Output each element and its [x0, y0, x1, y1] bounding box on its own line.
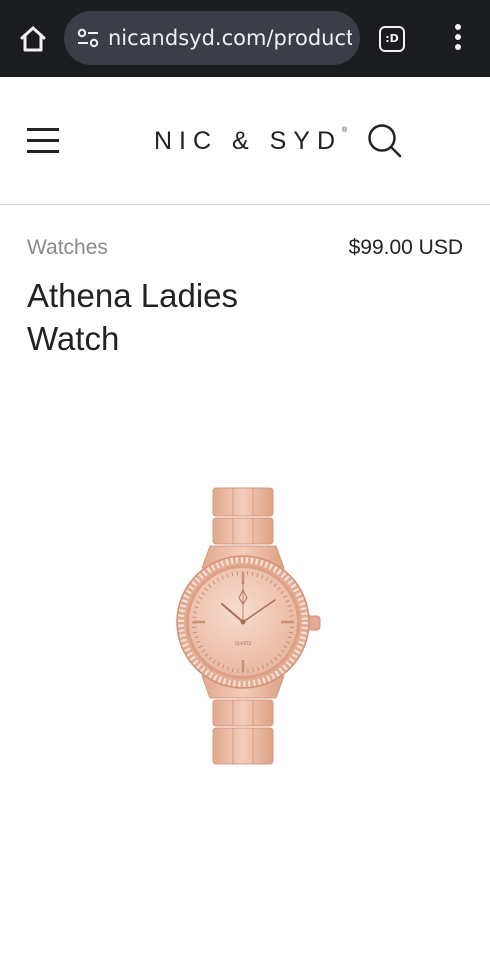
logo-text: NIC & SYD: [154, 127, 343, 155]
product-title: Athena Ladies Watch: [27, 274, 327, 360]
site-logo[interactable]: NIC & SYD®: [154, 127, 354, 156]
url-text[interactable]: nicandsyd.com/products: [108, 25, 352, 51]
site-header: NIC & SYD®: [0, 77, 490, 205]
product-image[interactable]: QUARTZ: [160, 480, 330, 772]
search-icon[interactable]: [366, 122, 404, 160]
dial-text: QUARTZ: [235, 641, 252, 646]
more-options-icon[interactable]: [448, 22, 468, 56]
site-settings-icon[interactable]: [77, 28, 99, 48]
product-title-line2: Watch: [27, 320, 120, 357]
registered-mark: ®: [342, 127, 348, 134]
address-bar[interactable]: nicandsyd.com/products: [64, 11, 360, 65]
browser-toolbar: nicandsyd.com/products :D: [0, 0, 490, 77]
home-icon[interactable]: [16, 22, 50, 56]
tab-switcher-button[interactable]: :D: [379, 26, 405, 52]
product-category-link[interactable]: Watches: [27, 236, 108, 260]
product-title-line1: Athena Ladies: [27, 277, 239, 314]
product-price: $99.00 USD: [348, 236, 463, 259]
hamburger-menu-icon[interactable]: [27, 128, 59, 154]
